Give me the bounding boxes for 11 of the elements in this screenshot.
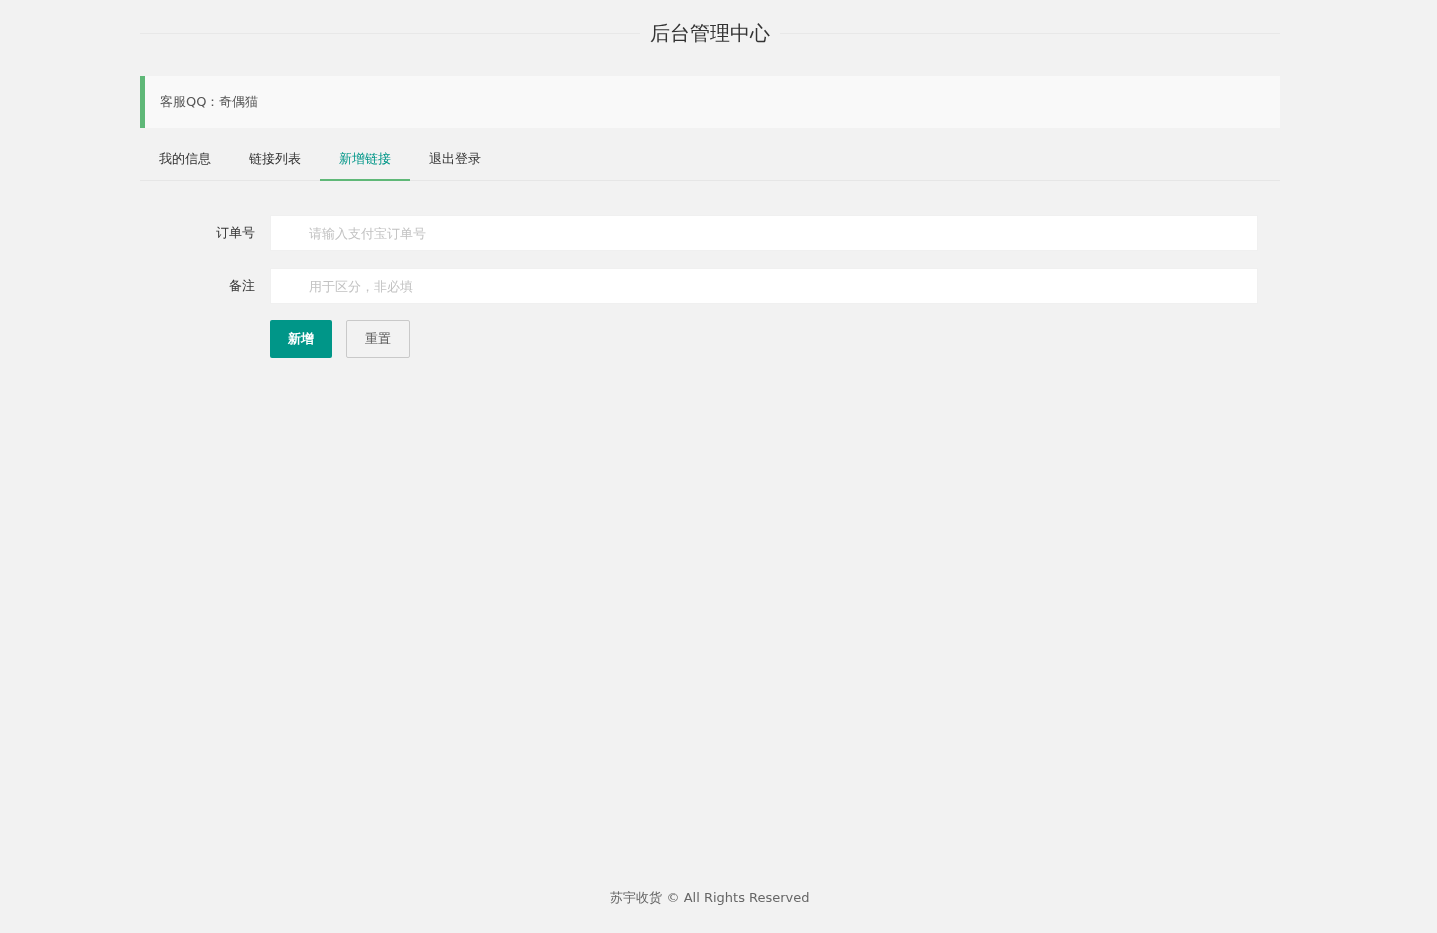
notice-text: 客服QQ：奇偶猫 xyxy=(160,93,259,111)
page-title: 后台管理中心 xyxy=(650,19,770,47)
footer-text: 苏宇收货 © All Rights Reserved xyxy=(609,889,811,907)
field-label: 备注 xyxy=(228,277,256,295)
input-field[interactable]: 用于区分，非必填 xyxy=(270,268,1258,304)
tab[interactable]: 我的信息 xyxy=(140,139,230,181)
tab[interactable]: 链接列表 xyxy=(230,139,320,181)
reset-button[interactable]: 重置 xyxy=(346,320,410,358)
tab[interactable]: 退出登录 xyxy=(410,139,500,181)
field-label: 订单号 xyxy=(215,224,256,242)
submit-button[interactable]: 新增 xyxy=(270,320,332,358)
